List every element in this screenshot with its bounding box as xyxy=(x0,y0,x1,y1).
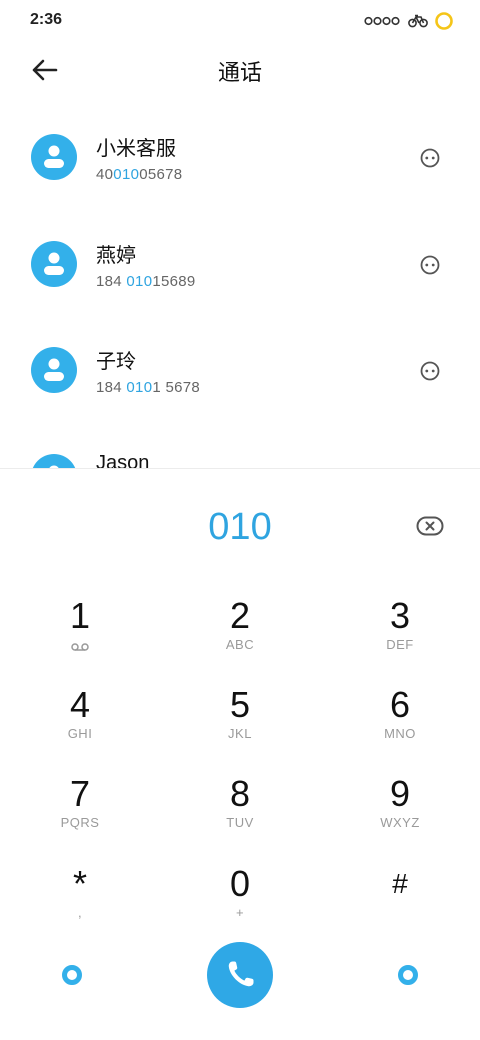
more-dots-icon xyxy=(420,148,440,168)
dial-display: 010 xyxy=(0,500,480,560)
key-digit: 1 xyxy=(69,595,91,636)
dialer-screen: 2:36 通话 小米客服 4001005678 燕婷 184 01015689 … xyxy=(0,0,480,1040)
key-digit: 9 xyxy=(389,773,411,814)
key-letters: JKL xyxy=(228,726,252,741)
key-letters: , xyxy=(77,905,83,920)
key-star[interactable]: * , xyxy=(20,862,140,942)
key-letters: WXYZ xyxy=(380,815,420,830)
ring-icon xyxy=(435,12,453,30)
contact-name: 小米客服 xyxy=(96,136,176,160)
key-letters: MNO xyxy=(384,726,416,741)
key-letters: GHI xyxy=(67,726,93,741)
bottom-action-bar xyxy=(0,940,480,1010)
key-digit: 2 xyxy=(229,595,251,636)
call-button[interactable] xyxy=(207,942,273,1008)
key-hash[interactable]: # xyxy=(340,862,460,942)
contact-number: 184 0101 5678 xyxy=(96,379,201,396)
key-digit: * xyxy=(72,863,87,904)
status-bar: 2:36 xyxy=(0,0,480,40)
matched-digits: 010 xyxy=(126,273,153,290)
more-button[interactable] xyxy=(419,254,441,276)
sim-right-button[interactable] xyxy=(397,964,419,986)
key-letters: ABC xyxy=(225,637,255,652)
key-letters: + xyxy=(235,905,245,920)
key-letters: DEF xyxy=(386,637,414,652)
key-2[interactable]: 2 ABC xyxy=(180,594,300,674)
key-digit: # xyxy=(392,868,408,899)
contact-name: 燕婷 xyxy=(96,243,136,267)
key-digit: 3 xyxy=(389,595,411,636)
notification-icons xyxy=(364,16,400,26)
key-6[interactable]: 6 MNO xyxy=(340,683,460,763)
list-item[interactable]: 小米客服 4001005678 xyxy=(0,104,480,204)
person-icon xyxy=(49,465,59,468)
key-digit: 6 xyxy=(389,684,411,725)
more-dots-icon xyxy=(420,361,440,381)
bike-icon xyxy=(408,14,428,28)
header: 通话 xyxy=(0,40,480,100)
voicemail-icon xyxy=(71,643,89,651)
list-item[interactable]: Jason xyxy=(0,424,480,468)
key-letters: PQRS xyxy=(60,815,100,830)
more-dots-icon xyxy=(420,255,440,275)
matched-digits: 010 xyxy=(113,166,140,183)
person-icon xyxy=(44,252,64,275)
key-digit: 5 xyxy=(229,684,251,725)
key-8[interactable]: 8 TUV xyxy=(180,772,300,852)
person-icon xyxy=(44,145,64,168)
page-title: 通话 xyxy=(217,61,262,86)
backspace-button[interactable] xyxy=(416,515,444,537)
avatar xyxy=(31,454,77,468)
key-digit: 4 xyxy=(69,684,91,725)
avatar xyxy=(31,241,77,287)
contact-results-list[interactable]: 小米客服 4001005678 燕婷 184 01015689 子玲 184 0… xyxy=(0,104,480,468)
more-button[interactable] xyxy=(419,360,441,382)
key-5[interactable]: 5 JKL xyxy=(180,683,300,763)
contact-number: 184 01015689 xyxy=(96,273,196,290)
matched-digits: 010 xyxy=(126,379,153,396)
sim-left-button[interactable] xyxy=(61,964,83,986)
key-9[interactable]: 9 WXYZ xyxy=(340,772,460,852)
contact-name: Jason xyxy=(96,452,150,468)
avatar xyxy=(31,134,77,180)
contact-name: 子玲 xyxy=(96,349,136,373)
phone-icon xyxy=(228,961,254,987)
sim-icon xyxy=(398,965,418,985)
dialed-number: 010 xyxy=(208,506,272,548)
status-time: 2:36 xyxy=(30,11,63,28)
key-4[interactable]: 4 GHI xyxy=(20,683,140,763)
contact-number: 4001005678 xyxy=(96,166,183,183)
divider xyxy=(0,468,480,469)
status-icons xyxy=(364,11,454,31)
avatar xyxy=(31,347,77,393)
key-digit: 8 xyxy=(229,773,251,814)
list-item[interactable]: 燕婷 184 01015689 xyxy=(0,211,480,311)
key-1[interactable]: 1 xyxy=(20,594,140,674)
key-digit: 7 xyxy=(69,773,91,814)
person-icon xyxy=(44,358,64,381)
list-item[interactable]: 子玲 184 0101 5678 xyxy=(0,317,480,417)
key-3[interactable]: 3 DEF xyxy=(340,594,460,674)
key-letters: TUV xyxy=(226,815,254,830)
key-digit: 0 xyxy=(229,863,251,904)
more-button[interactable] xyxy=(419,147,441,169)
key-7[interactable]: 7 PQRS xyxy=(20,772,140,852)
sim-icon xyxy=(62,965,82,985)
backspace-icon xyxy=(416,516,444,536)
key-0[interactable]: 0 + xyxy=(180,862,300,942)
